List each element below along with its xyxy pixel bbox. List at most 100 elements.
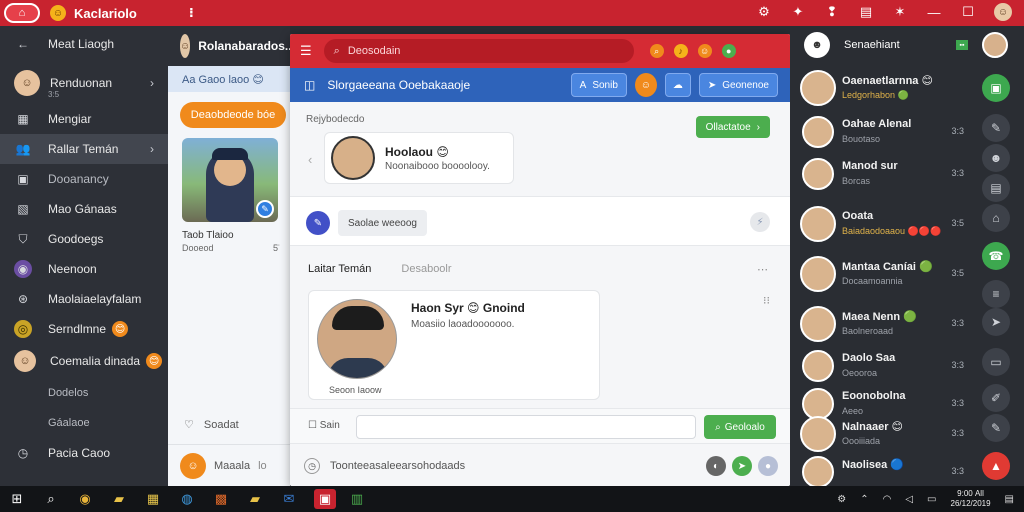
- camera-icon[interactable]: ✎: [256, 200, 274, 218]
- pin-icon[interactable]: ❢: [824, 3, 840, 21]
- maximize-icon[interactable]: ☐: [960, 3, 976, 21]
- settings-icon[interactable]: ⚙: [756, 3, 772, 21]
- contact-row[interactable]: Maea Nenn 🟢 Baolneroaad 3:3: [790, 302, 976, 346]
- office-icon[interactable]: ▩: [208, 486, 234, 512]
- search-placeholder: Deosodain: [347, 45, 401, 57]
- card-options-icon[interactable]: ⁝⁝: [763, 294, 770, 307]
- edge-icon[interactable]: ◍: [174, 486, 200, 512]
- feed-social[interactable]: ♡ Soadat: [184, 418, 239, 432]
- list-icon[interactable]: ≡: [982, 280, 1010, 308]
- send-icon[interactable]: ➤: [982, 308, 1010, 336]
- contact-name: Oaenaetlarnna 😊: [842, 75, 933, 87]
- messenger-icon[interactable]: ⚡: [750, 212, 770, 232]
- emoji-icon[interactable]: ☺: [697, 44, 712, 58]
- tab-desaboolr[interactable]: Desaboolr: [401, 263, 451, 275]
- notification-icon[interactable]: ▤: [1005, 494, 1014, 505]
- contact-row[interactable]: Naolisea 🔵 3:3: [790, 450, 976, 488]
- home-button[interactable]: ⌂: [4, 3, 40, 23]
- sidebar-item-coemalia[interactable]: ☺ Coemalia dinada 😊: [0, 344, 168, 378]
- network-icon[interactable]: ⚙: [837, 494, 846, 505]
- window-icon[interactable]: ▭: [982, 348, 1010, 376]
- avatar[interactable]: [982, 32, 1008, 58]
- avatar: [800, 70, 836, 106]
- sidebar-item-rallar-teman[interactable]: 👥 Rallar Temán ›: [0, 134, 168, 164]
- more-icon[interactable]: ⋯: [757, 263, 768, 276]
- search-icon[interactable]: ⌕: [649, 44, 664, 58]
- chevron-left-icon[interactable]: ‹: [308, 152, 312, 167]
- home-icon[interactable]: ⌂: [982, 204, 1010, 232]
- sidebar-item-mao-gaanaas[interactable]: ▧ Mao Gánaas: [0, 194, 168, 224]
- sidebar-item-neenoon[interactable]: ◉ Neenoon: [0, 254, 168, 284]
- emoji-button[interactable]: ☺: [634, 73, 657, 97]
- message-bubble[interactable]: Saolae weeoog: [338, 210, 427, 236]
- chat-search-bar[interactable]: ⌕ Deosodain: [323, 39, 634, 63]
- sonib-button[interactable]: A Sonib: [570, 73, 627, 97]
- contact-row[interactable]: Oahae Alenal Bouotaso 3:3: [790, 110, 976, 154]
- wrench-icon[interactable]: ✎: [982, 114, 1010, 142]
- sidebar-item-back[interactable]: ← Meat Liaogh: [0, 26, 168, 62]
- calendar-icon[interactable]: ▦: [140, 486, 166, 512]
- folder-icon[interactable]: ▰: [242, 486, 268, 512]
- user-icon[interactable]: ☻: [982, 144, 1010, 172]
- browser-icon[interactable]: ◉: [72, 486, 98, 512]
- tab-laitar-teman[interactable]: Laitar Temán: [308, 263, 371, 275]
- phone-icon[interactable]: ☎: [982, 242, 1010, 270]
- volume-icon[interactable]: ◁: [905, 494, 913, 505]
- battery-icon[interactable]: ▭: [927, 494, 936, 505]
- sidebar-item-mengiar[interactable]: ▦ Mengiar: [0, 104, 168, 134]
- geonenoe-button[interactable]: ➤ Geonenoe: [698, 73, 778, 97]
- compass-icon[interactable]: ✶: [892, 3, 908, 21]
- clock[interactable]: 9:00 Аll 26/12/2019: [951, 489, 991, 509]
- document-icon[interactable]: ▤: [858, 3, 874, 21]
- feed-pill-button[interactable]: Deaobdeode bóe: [180, 102, 286, 128]
- wifi-icon[interactable]: ◠: [883, 494, 892, 505]
- sidebar-item-goodoegs[interactable]: ⛉ Goodoegs: [0, 224, 168, 254]
- chevron-up-icon[interactable]: ⌃: [860, 494, 868, 505]
- sidebar-item-gaalaoe[interactable]: Gáalaoe: [0, 408, 168, 438]
- feed-photo-card[interactable]: ✎: [182, 138, 278, 222]
- avatar[interactable]: ◐: [706, 456, 726, 476]
- feed-tag[interactable]: Aa Gaoo laoo 😊: [168, 66, 290, 92]
- chat-app-icon[interactable]: ▣: [314, 489, 336, 509]
- mic-icon[interactable]: ●: [758, 456, 778, 476]
- green-action-button[interactable]: Ollactatoe ›: [695, 116, 770, 138]
- hamburger-icon[interactable]: ☰: [300, 43, 312, 59]
- people-icon: 👥: [15, 142, 31, 156]
- checkbox-icon[interactable]: ☐: [308, 420, 317, 431]
- contact-row[interactable]: Oaenaetlarnna 😊 Ledgorhabon 🟢: [790, 66, 976, 110]
- contact-row[interactable]: Manod sur Borcas 3:3: [790, 152, 976, 196]
- user-avatar[interactable]: ☺: [994, 3, 1012, 21]
- folder-icon[interactable]: ▰: [106, 486, 132, 512]
- message-input[interactable]: [356, 415, 696, 439]
- sidebar-item-profile[interactable]: ☺ Renduonan 3:5 ›: [0, 62, 168, 104]
- status-icon[interactable]: ●: [721, 44, 736, 58]
- compose-bar[interactable]: ◷ Toonteeasaleearsohodaads ◐ ➤ ●: [290, 446, 790, 486]
- feed-header[interactable]: ☺ Rolanabarados...: [168, 26, 295, 66]
- sidebar-item-dodelos[interactable]: Dodelos: [0, 378, 168, 408]
- profile-card[interactable]: Hoolaou 😊 Noonaibooo boooolooy.: [324, 132, 514, 184]
- sidebar-item-dooanancy[interactable]: ▣ Dooanancy: [0, 164, 168, 194]
- menu-button[interactable]: ⁝: [189, 5, 194, 21]
- windows-start-icon[interactable]: ⊞: [4, 486, 30, 512]
- pin-icon[interactable]: ✐: [982, 384, 1010, 412]
- minimize-icon[interactable]: —: [926, 3, 942, 21]
- contact-row[interactable]: Mantaa Caníai 🟢 Docaamoannia 3:5: [790, 252, 976, 296]
- contact-row[interactable]: Ooata Baiadaodoaaou 🔴🔴🔴 3:5: [790, 202, 976, 246]
- puzzle-icon[interactable]: ✦: [790, 3, 806, 21]
- send-icon[interactable]: ➤: [732, 456, 752, 476]
- mail-icon[interactable]: ✉: [276, 486, 302, 512]
- sidebar-item-maolaia[interactable]: ⊛ Maolaiaelayfalam: [0, 284, 168, 314]
- cloud-button[interactable]: ☁: [664, 73, 691, 97]
- smile-icon[interactable]: ☺: [180, 452, 206, 479]
- chat-icon[interactable]: ▣: [982, 74, 1010, 102]
- person-card[interactable]: Seoon Iaoow Haon Syr 😊 Gnoind Moasiio la…: [308, 290, 600, 400]
- sidebar-item-serndlmne[interactable]: ◎ Serndlmne 😊: [0, 314, 168, 344]
- bell-icon[interactable]: ♪: [673, 44, 688, 58]
- sidebar-item-pacia-caoo[interactable]: ◷ Pacia Caoo: [0, 438, 168, 468]
- alert-icon[interactable]: ▲: [982, 452, 1010, 480]
- edit-icon[interactable]: ✎: [982, 414, 1010, 442]
- search-icon[interactable]: ⌕: [38, 486, 64, 512]
- spreadsheet-icon[interactable]: ▥: [344, 486, 370, 512]
- geoloalo-button[interactable]: ⌕ Geoloalo: [704, 415, 776, 439]
- calendar-icon[interactable]: ▤: [982, 174, 1010, 202]
